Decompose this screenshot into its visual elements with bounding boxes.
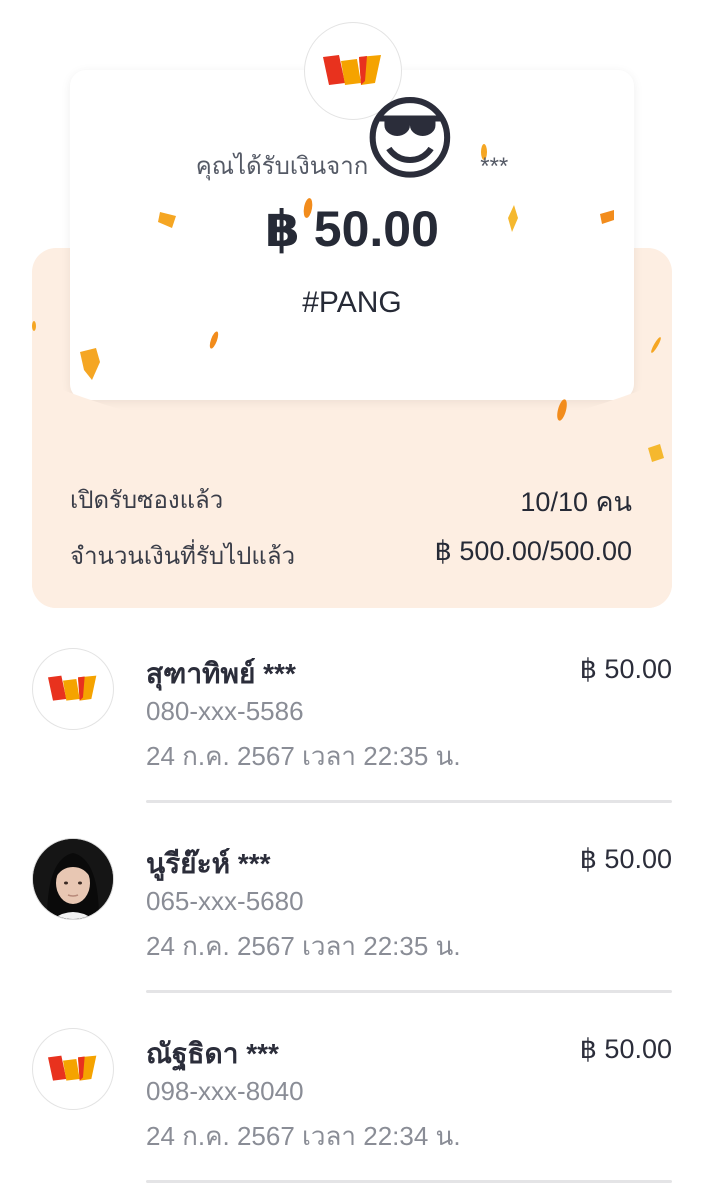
divider (146, 1180, 672, 1183)
sunglasses-emoji-icon: 😎 (362, 89, 458, 191)
recipient-phone: 080-xxx-5586 (146, 696, 304, 726)
divider (146, 800, 672, 803)
truemoney-logo-icon (32, 1028, 114, 1110)
opened-stat-row: เปิดรับซองแล้ว 10/10 คน (70, 480, 632, 523)
recipient-time: 24 ก.ค. 2567 เวลา 22:35 น. (146, 931, 461, 961)
recipient-name: สุฑาทิพย์ *** (146, 658, 296, 689)
from-label: คุณได้รับเงินจาก (195, 153, 369, 180)
recipient-amount: ฿ 50.00 (579, 844, 672, 874)
recipient-name: ณัฐธิดา *** (146, 1038, 279, 1069)
masked-sender: *** (480, 153, 509, 180)
recipient-amount: ฿ 50.00 (579, 1034, 672, 1064)
list-item[interactable]: นูรีย๊ะห์ *** 065-xxx-5680 24 ก.ค. 2567 … (0, 818, 704, 1008)
list-item[interactable]: ณัฐธิดา *** 098-xxx-8040 24 ก.ค. 2567 เว… (0, 1008, 704, 1198)
recipient-name: นูรีย๊ะห์ *** (146, 848, 271, 879)
recipient-phone: 065-xxx-5680 (146, 886, 304, 916)
list-item[interactable]: สุฑาทิพย์ *** 080-xxx-5586 24 ก.ค. 2567 … (0, 628, 704, 818)
received-label: จำนวนเงินที่รับไปแล้ว (70, 543, 296, 570)
recipient-time: 24 ก.ค. 2567 เวลา 22:34 น. (146, 1121, 461, 1151)
sender-line: คุณได้รับเงินจาก *** (0, 146, 704, 185)
truemoney-logo-icon (32, 648, 114, 730)
received-amount: ฿ 50.00 (265, 201, 439, 257)
received-stat-row: จำนวนเงินที่รับไปแล้ว ฿ 500.00/500.00 (70, 536, 632, 575)
opened-value: 10/10 คน (520, 487, 632, 517)
opened-label: เปิดรับซองแล้ว (70, 487, 224, 514)
recipient-time: 24 ก.ค. 2567 เวลา 22:35 น. (146, 741, 461, 771)
received-value: ฿ 500.00/500.00 (434, 536, 632, 566)
recipient-phone: 098-xxx-8040 (146, 1076, 304, 1106)
recipient-list: สุฑาทิพย์ *** 080-xxx-5586 24 ก.ค. 2567 … (0, 628, 704, 1198)
divider (146, 990, 672, 993)
recipient-amount: ฿ 50.00 (579, 654, 672, 684)
avatar (32, 838, 114, 920)
envelope-tag: #PANG (302, 286, 402, 319)
